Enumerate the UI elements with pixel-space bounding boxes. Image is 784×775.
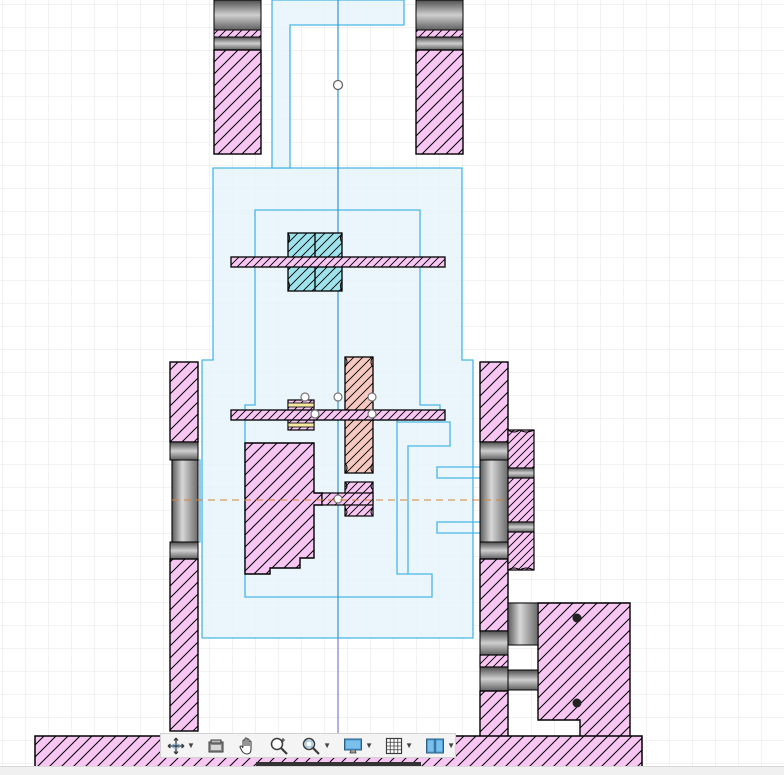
navigation-toolbar: ▼ ▼ ▼ ▼ ▼ bbox=[160, 733, 456, 758]
housing-block[interactable] bbox=[244, 442, 323, 575]
look-at-icon bbox=[208, 739, 224, 752]
canvas-viewport[interactable]: ▼ ▼ ▼ ▼ ▼ bbox=[0, 0, 784, 775]
cad-canvas[interactable] bbox=[0, 0, 784, 775]
viewports-icon bbox=[426, 738, 445, 753]
zoom-window-icon bbox=[302, 737, 320, 755]
chevron-down-icon: ▼ bbox=[365, 740, 374, 750]
right-plate[interactable] bbox=[479, 361, 509, 749]
chevron-down-icon: ▼ bbox=[187, 740, 195, 750]
grid-snaps-button[interactable]: ▼ bbox=[385, 734, 413, 757]
right-gear-stack[interactable] bbox=[507, 429, 535, 571]
zoom-window-button[interactable]: ▼ bbox=[301, 734, 331, 757]
left-plate[interactable] bbox=[169, 361, 199, 732]
zoom-button[interactable] bbox=[269, 734, 289, 757]
chevron-down-icon: ▼ bbox=[323, 740, 332, 750]
look-at-button[interactable] bbox=[207, 734, 225, 757]
zoom-icon bbox=[270, 737, 288, 755]
sketch-point[interactable] bbox=[332, 79, 344, 91]
viewports-button[interactable]: ▼ bbox=[425, 734, 455, 757]
pan-button[interactable] bbox=[237, 734, 257, 757]
display-settings-button[interactable]: ▼ bbox=[343, 734, 373, 757]
grid-icon bbox=[386, 737, 403, 754]
pan-hand-icon bbox=[239, 736, 252, 755]
orbit-button[interactable]: ▼ bbox=[167, 734, 195, 757]
top-right-column[interactable] bbox=[415, 0, 464, 155]
top-left-column[interactable] bbox=[213, 0, 262, 155]
display-monitor-icon bbox=[344, 738, 363, 753]
chevron-down-icon: ▼ bbox=[405, 740, 414, 750]
orbit-icon bbox=[167, 737, 185, 754]
chevron-down-icon: ▼ bbox=[447, 740, 456, 750]
status-bar-strip bbox=[0, 766, 784, 775]
